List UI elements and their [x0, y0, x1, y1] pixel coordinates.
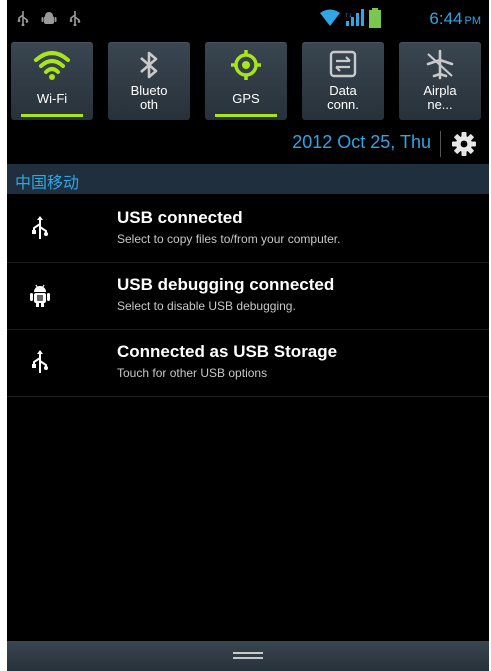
usb-icon	[17, 11, 29, 26]
airplane-mode-toggle[interactable]: Airpla ne...	[399, 42, 481, 120]
data-connection-toggle-label: Data conn.	[302, 84, 384, 112]
signal-icon: ↑↓	[345, 9, 364, 26]
usb-icon	[32, 216, 48, 239]
notification-usb-connected[interactable]: USB connected Select to copy files to/fr…	[7, 196, 489, 263]
notification-subtitle: Touch for other USB options	[117, 366, 268, 380]
notification-title: USB debugging connected	[117, 275, 335, 294]
wifi-toggle-label: Wi-Fi	[36, 91, 68, 106]
gps-toggle[interactable]: GPS	[205, 42, 287, 120]
data-connection-label-line1: Data	[329, 83, 357, 98]
android-debug-icon	[41, 12, 57, 24]
usb-icon	[69, 11, 81, 26]
shade-drag-handle[interactable]	[7, 641, 489, 671]
bluetooth-label-line1: Blueto	[130, 83, 168, 98]
bluetooth-toggle-label: Blueto oth	[108, 84, 190, 112]
wifi-icon	[320, 9, 340, 26]
data-connection-toggle[interactable]: Data conn.	[302, 42, 384, 120]
notification-subtitle: Select to copy files to/from your comput…	[117, 232, 341, 246]
clock: 6:44 PM	[429, 9, 481, 29]
airplane-label-line2: ne...	[427, 97, 453, 112]
notification-title: Connected as USB Storage	[117, 342, 338, 361]
quick-settings: Wi-Fi Blueto oth GPS Data conn. Airpla n…	[7, 38, 489, 124]
android-debug-icon	[30, 284, 50, 307]
date-row: 2012 Oct 25, Thu	[7, 126, 489, 162]
drag-handle-icon	[233, 652, 263, 659]
wifi-active-indicator	[21, 114, 83, 117]
bluetooth-label-line2: oth	[139, 97, 159, 112]
notification-usb-storage[interactable]: Connected as USB Storage Touch for other…	[7, 330, 489, 397]
battery-icon	[369, 8, 381, 28]
clock-time: 6:44	[429, 9, 463, 28]
svg-text:↑↓: ↑↓	[345, 12, 352, 19]
bluetooth-icon	[140, 51, 158, 79]
usb-icon	[32, 350, 48, 373]
gear-icon[interactable]	[451, 131, 477, 157]
carrier-header: 中国移动	[7, 164, 489, 194]
status-bar: ↑↓ 6:44 PM	[7, 0, 489, 36]
wifi-toggle[interactable]: Wi-Fi	[11, 42, 93, 120]
wifi-icon	[34, 51, 70, 80]
bluetooth-toggle[interactable]: Blueto oth	[108, 42, 190, 120]
gps-icon	[231, 50, 261, 80]
gps-active-indicator	[215, 114, 277, 117]
airplane-mode-toggle-label: Airpla ne...	[399, 84, 481, 112]
clock-ampm: PM	[464, 15, 482, 27]
notification-usb-debugging[interactable]: USB debugging connected Select to disabl…	[7, 263, 489, 330]
gps-toggle-label: GPS	[232, 91, 260, 106]
notification-title: USB connected	[117, 208, 243, 227]
notification-shade: ↑↓ 6:44 PM Wi-Fi Blueto oth GPS Data con…	[7, 0, 489, 671]
date-label: 2012 Oct 25, Thu	[292, 132, 431, 152]
carrier-name: 中国移动	[15, 173, 80, 192]
data-connection-icon	[329, 50, 357, 78]
airplane-label-line1: Airpla	[423, 83, 457, 98]
date-divider	[440, 131, 441, 157]
data-connection-label-line2: conn.	[327, 97, 359, 112]
notification-subtitle: Select to disable USB debugging.	[117, 299, 296, 313]
airplane-icon	[426, 49, 454, 80]
